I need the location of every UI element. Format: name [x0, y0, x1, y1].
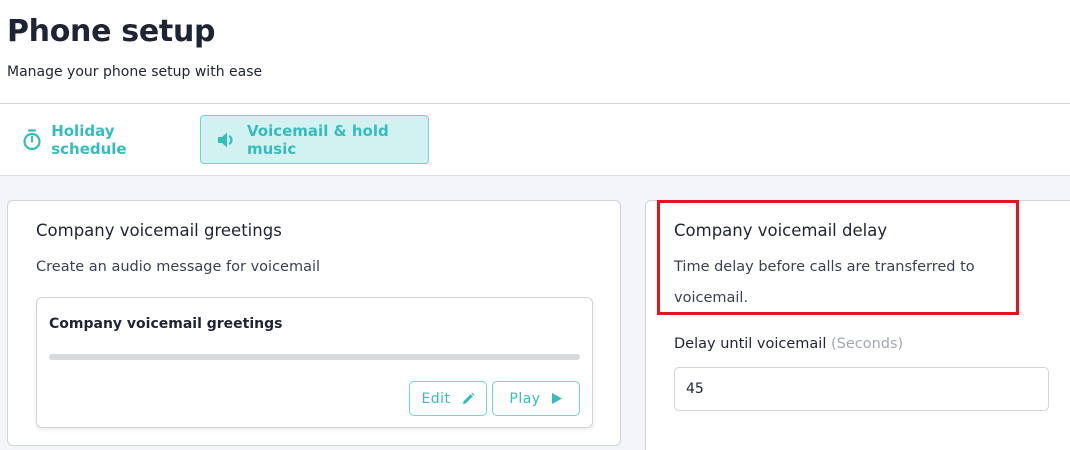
- delay-unit: (Seconds): [830, 336, 904, 352]
- play-greeting-button[interactable]: Play: [492, 381, 580, 416]
- tab-label: Holiday schedule: [51, 121, 127, 158]
- card-description: Create an audio message for voicemail: [36, 259, 321, 275]
- page-subtitle: Manage your phone setup with ease: [7, 64, 263, 80]
- greeting-player: Company voicemail greetings Edit Play: [36, 297, 593, 428]
- play-icon: [551, 392, 563, 405]
- voicemail-greetings-card: Company voicemail greetings Create an au…: [7, 200, 621, 446]
- tab-voicemail-hold-music[interactable]: Voicemail & hold music: [200, 115, 429, 164]
- greeting-title: Company voicemail greetings: [49, 316, 283, 332]
- tab-label: Voicemail & hold music: [247, 121, 389, 158]
- delay-seconds-input[interactable]: [674, 367, 1049, 411]
- card-title: Company voicemail greetings: [36, 221, 282, 240]
- page-title: Phone setup: [7, 14, 216, 49]
- voicemail-delay-card: Company voicemail delay Time delay befor…: [645, 200, 1070, 450]
- page-header: Phone setup Manage your phone setup with…: [0, 0, 1070, 104]
- delay-label-text: Delay until voicemail: [674, 336, 827, 352]
- card-description-line-1: Time delay before calls are transferred …: [674, 259, 975, 275]
- pencil-icon: [461, 392, 475, 406]
- edit-greeting-button[interactable]: Edit: [409, 381, 487, 416]
- card-description-line-2: voicemail.: [674, 290, 749, 306]
- tab-bar: Holiday schedule Voicemail & hold music: [0, 104, 1070, 176]
- speaker-icon: [216, 129, 238, 151]
- tab-holiday-schedule[interactable]: Holiday schedule: [10, 115, 190, 164]
- playback-progress-bar[interactable]: [49, 354, 580, 360]
- stopwatch-icon: [21, 128, 42, 151]
- card-title: Company voicemail delay: [674, 221, 888, 240]
- play-label: Play: [509, 390, 541, 407]
- delay-field-label: Delay until voicemail (Seconds): [674, 336, 903, 352]
- main-content: Company voicemail greetings Create an au…: [0, 176, 1070, 450]
- edit-label: Edit: [421, 390, 451, 407]
